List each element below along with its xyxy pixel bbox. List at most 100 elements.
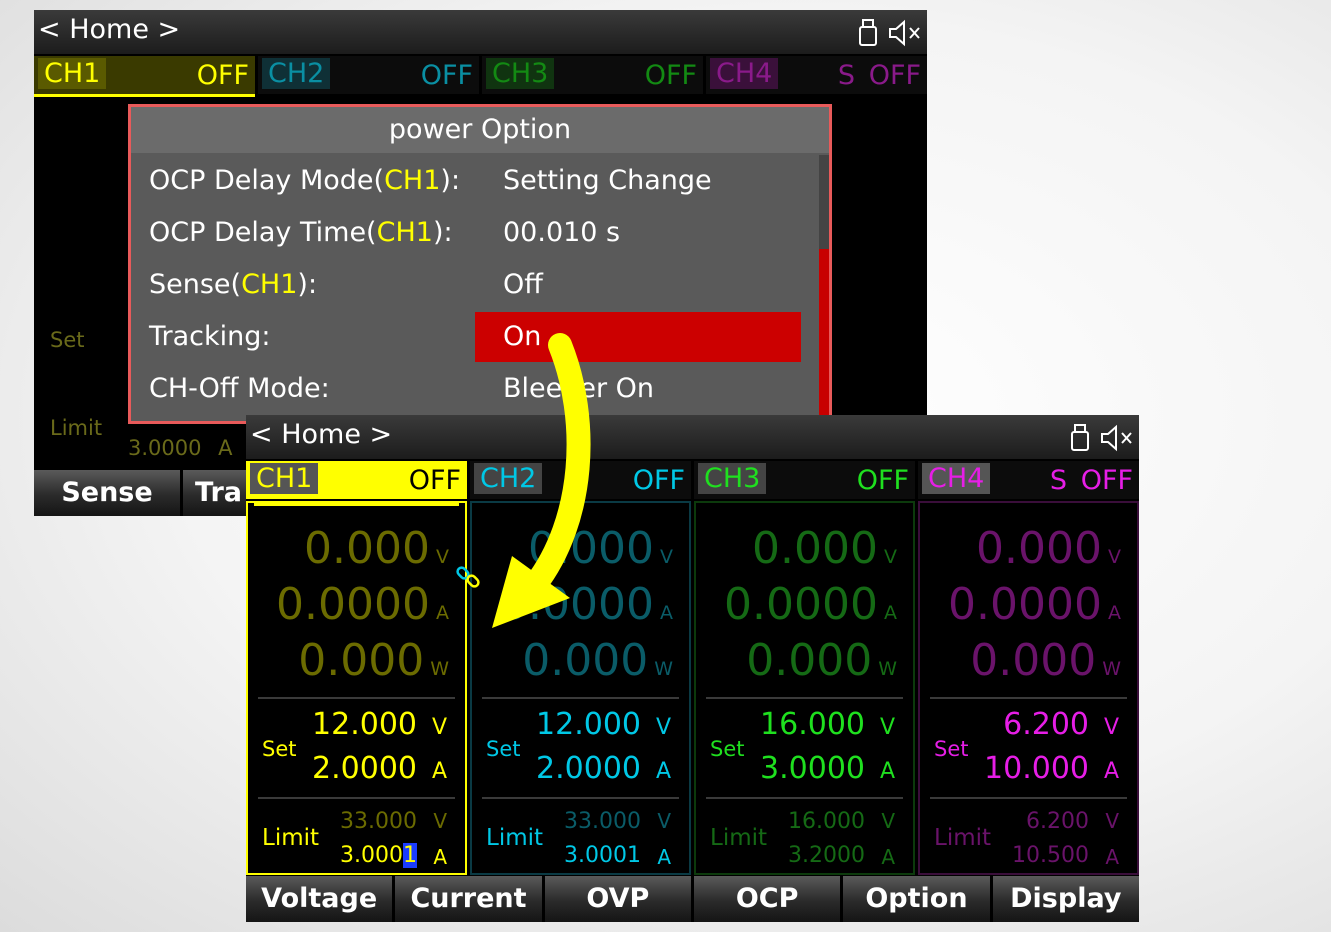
softkey-display[interactable]: Display — [992, 876, 1139, 922]
channel-state: OFF — [856, 465, 909, 496]
partial-limit-label: Limit — [50, 416, 103, 440]
ocp-delay-time-label: OCP Delay Time(CH1): — [149, 217, 453, 248]
power-readout: 0.000 W — [522, 635, 673, 686]
channel-state: OFF — [644, 60, 697, 91]
limit-voltage-value[interactable]: 16.000 — [788, 809, 865, 834]
softkey-option[interactable]: Option — [843, 876, 990, 922]
limit-voltage-unit: V — [657, 809, 671, 833]
channel-name: CH1 — [38, 58, 107, 89]
limit-voltage-value[interactable]: 33.000 — [340, 809, 417, 834]
limit-voltage-unit: V — [881, 809, 895, 833]
limit-current-unit: A — [1105, 845, 1119, 869]
top-bar: < Home > — [34, 10, 927, 54]
channel-name: CH4 — [710, 58, 779, 89]
power-option-dialog: power Option OCP Delay Mode(CH1): Settin… — [128, 104, 832, 424]
current-readout: 0.0000 A — [948, 579, 1121, 630]
set-current-value[interactable]: 3.0000 — [760, 751, 865, 786]
softkey-sense[interactable]: Sense — [34, 470, 180, 516]
limit-current-unit: A — [881, 845, 895, 869]
tab-ch3[interactable]: CH3 OFF — [694, 461, 915, 499]
limit-voltage-value[interactable]: 6.200 — [1026, 809, 1089, 834]
limit-current-value[interactable]: 3.0001 — [340, 843, 417, 868]
limit-current-value[interactable]: 10.500 — [1012, 843, 1089, 868]
tab-ch1[interactable]: CH1 OFF — [34, 56, 255, 97]
channel-state: OFF — [420, 60, 473, 91]
limit-current-unit: A — [218, 436, 233, 460]
channel-tabs: CH1 OFF CH2 OFF CH3 OFF CH4 S OFF — [246, 461, 1139, 499]
channel-name: CH1 — [250, 463, 319, 494]
set-voltage-value[interactable]: 12.000 — [312, 707, 417, 742]
limit-voltage-value[interactable]: 33.000 — [564, 809, 641, 834]
channel-mode: S — [1049, 465, 1067, 496]
divider — [482, 697, 679, 699]
limit-label: Limit — [934, 825, 992, 851]
set-label: Set — [486, 737, 521, 761]
speaker-muted-icon — [1101, 424, 1132, 452]
set-current-value[interactable]: 2.0000 — [312, 751, 417, 786]
tab-ch1[interactable]: CH1 OFF — [246, 461, 467, 499]
ch-off-mode-value[interactable]: Bleeder On — [503, 373, 654, 404]
softkey-bar: Voltage Current OVP OCP Option Display — [246, 876, 1139, 922]
set-label: Set — [710, 737, 745, 761]
dialog-title: power Option — [131, 107, 829, 153]
limit-current-value[interactable]: 3.0001 — [564, 843, 641, 868]
power-readout: 0.000 W — [298, 635, 449, 686]
voltage-readout: 0.000 V — [304, 523, 449, 574]
channel-state: OFF — [632, 465, 685, 496]
partial-set-label: Set — [50, 328, 85, 352]
set-current-unit: A — [431, 759, 447, 784]
set-voltage-value[interactable]: 6.200 — [1003, 707, 1089, 742]
ocp-delay-mode-label: OCP Delay Mode(CH1): — [149, 165, 461, 196]
tab-ch4[interactable]: CH4 S OFF — [706, 56, 927, 94]
tab-ch3[interactable]: CH3 OFF — [482, 56, 703, 94]
limit-current-unit: A — [657, 845, 671, 869]
tracking-value[interactable]: On — [503, 321, 541, 352]
tab-ch2[interactable]: CH2 OFF — [470, 461, 691, 499]
channel-panel-ch1[interactable]: 0.000 V 0.0000 A 0.000 W Set 12.000 V 2.000… — [246, 501, 467, 875]
divider — [258, 797, 455, 799]
tab-ch4[interactable]: CH4 S OFF — [918, 461, 1139, 499]
tracking-label: Tracking: — [149, 321, 271, 352]
partial-limit-value: 3.0000 A — [128, 436, 233, 460]
set-current-unit: A — [879, 759, 895, 784]
usb-drive-icon — [859, 19, 877, 46]
set-label: Set — [262, 737, 297, 761]
limit-current-value[interactable]: 3.2000 — [788, 843, 865, 868]
set-voltage-unit: V — [879, 715, 895, 740]
limit-label: Limit — [486, 825, 544, 851]
divider — [930, 697, 1127, 699]
home-title[interactable]: < Home > — [250, 419, 392, 450]
limit-label: Limit — [262, 825, 320, 851]
channel-name: CH3 — [698, 463, 767, 494]
channel-name: CH3 — [486, 58, 555, 89]
power-readout: 0.000 W — [970, 635, 1121, 686]
channel-panel-ch4[interactable]: 0.000 V 0.0000 A 0.000 W Set 6.200 V 10.000… — [918, 501, 1139, 875]
dialog-scrollbar[interactable] — [819, 155, 829, 421]
ch-off-mode-label: CH-Off Mode: — [149, 373, 330, 404]
softkey-current[interactable]: Current — [395, 876, 542, 922]
channel-panel-ch2[interactable]: 0.000 V 0.0000 A 0.000 W Set 12.000 V 2.000… — [470, 501, 691, 875]
limit-voltage-unit: V — [1105, 809, 1119, 833]
softkey-voltage[interactable]: Voltage — [246, 876, 393, 922]
tab-ch2[interactable]: CH2 OFF — [258, 56, 479, 94]
set-voltage-value[interactable]: 12.000 — [536, 707, 641, 742]
channel-tabs: CH1 OFF CH2 OFF CH3 OFF CH4 S OFF — [34, 56, 927, 97]
set-voltage-value[interactable]: 16.000 — [760, 707, 865, 742]
scrollbar-thumb[interactable] — [819, 249, 829, 421]
home-title[interactable]: < Home > — [38, 14, 180, 45]
voltage-readout: 0.000 V — [752, 523, 897, 574]
set-current-unit: A — [655, 759, 671, 784]
channel-state: OFF — [868, 60, 921, 91]
current-readout: 0.0000 A — [276, 579, 449, 630]
sense-value[interactable]: Off — [503, 269, 543, 300]
softkey-ocp[interactable]: OCP — [693, 876, 841, 922]
set-current-unit: A — [1103, 759, 1119, 784]
ocp-delay-time-value[interactable]: 00.010 s — [503, 217, 620, 248]
set-current-value[interactable]: 2.0000 — [536, 751, 641, 786]
set-label: Set — [934, 737, 969, 761]
set-current-value[interactable]: 10.000 — [984, 751, 1089, 786]
divider — [258, 697, 455, 699]
softkey-ovp[interactable]: OVP — [544, 876, 691, 922]
ocp-delay-mode-value[interactable]: Setting Change — [503, 165, 712, 196]
channel-panel-ch3[interactable]: 0.000 V 0.0000 A 0.000 W Set 16.000 V 3.000… — [694, 501, 915, 875]
